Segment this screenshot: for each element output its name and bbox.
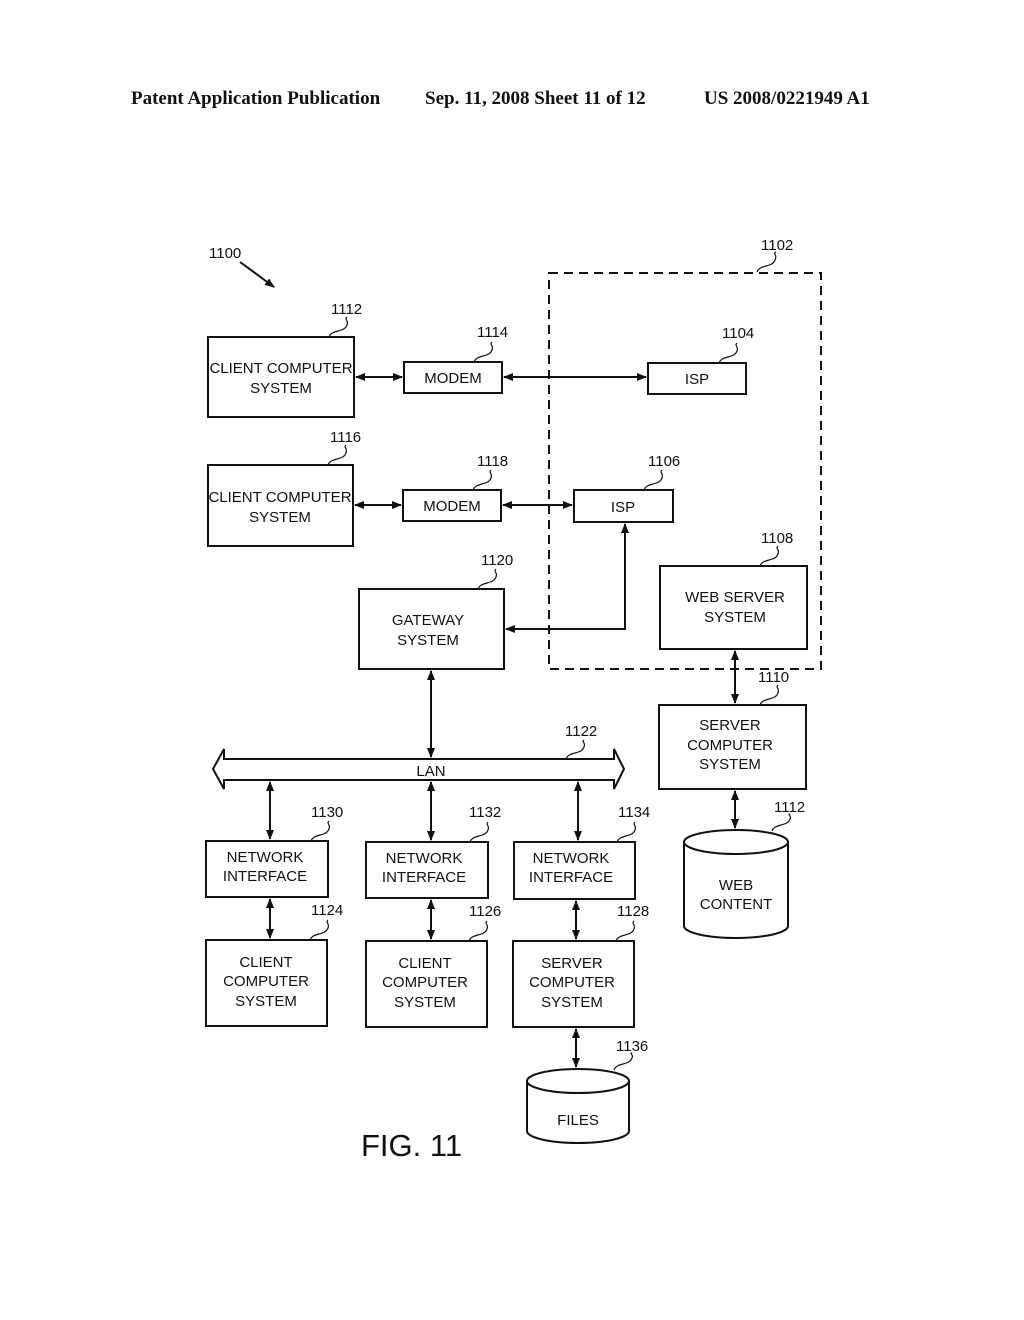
svg-text:CLIENT COMPUTER: CLIENT COMPUTER	[208, 489, 351, 506]
server-computer-system-1110[interactable]: SERVER COMPUTER SYSTEM 1110	[658, 669, 807, 790]
files-database-1136[interactable]: FILES 1136	[526, 1038, 648, 1144]
ref-label: 1112	[774, 799, 805, 816]
client-computer-system-1116[interactable]: CLIENT COMPUTER SYSTEM 1116	[207, 429, 361, 547]
svg-text:COMPUTER: COMPUTER	[223, 973, 309, 990]
svg-text:CLIENT: CLIENT	[398, 955, 451, 972]
lan-label: LAN	[416, 763, 445, 780]
ref-label: 1124	[311, 902, 343, 919]
lan-ref: 1122	[565, 723, 597, 740]
ref-label: 1128	[617, 903, 649, 920]
modem-1114[interactable]: MODEM 1114	[403, 324, 508, 394]
svg-text:COMPUTER: COMPUTER	[687, 737, 773, 754]
figure-ref-label: 1100	[209, 245, 241, 262]
svg-text:WEB SERVER: WEB SERVER	[685, 589, 785, 606]
svg-text:COMPUTER: COMPUTER	[382, 974, 468, 991]
ref-label: 1108	[761, 530, 793, 547]
svg-text:NETWORK: NETWORK	[533, 850, 610, 867]
svg-text:INTERFACE: INTERFACE	[223, 868, 307, 885]
network-interface-1130[interactable]: NETWORK INTERFACE 1130	[205, 804, 343, 898]
client-computer-system-1126[interactable]: CLIENT COMPUTER SYSTEM 1126	[365, 903, 501, 1028]
svg-text:SYSTEM: SYSTEM	[394, 994, 456, 1011]
svg-text:NETWORK: NETWORK	[227, 849, 304, 866]
svg-text:GATEWAY: GATEWAY	[392, 612, 464, 629]
svg-text:NETWORK: NETWORK	[386, 850, 463, 867]
svg-text:SERVER: SERVER	[541, 955, 603, 972]
svg-text:CLIENT COMPUTER: CLIENT COMPUTER	[209, 360, 352, 377]
svg-text:CONTENT: CONTENT	[700, 896, 773, 913]
svg-text:CLIENT: CLIENT	[239, 954, 292, 971]
figure-ref-arrow	[239, 261, 275, 288]
isp-1106[interactable]: ISP 1106	[573, 453, 680, 523]
svg-text:INTERFACE: INTERFACE	[529, 869, 613, 886]
lan-bus-1122: LAN 1122	[211, 723, 626, 790]
figure-caption: FIG. 11	[361, 1128, 462, 1163]
client-computer-system-1112[interactable]: CLIENT COMPUTER SYSTEM 1112	[207, 301, 362, 418]
svg-text:SYSTEM: SYSTEM	[541, 994, 603, 1011]
network-interface-1134[interactable]: NETWORK INTERFACE 1134	[513, 804, 650, 900]
svg-text:MODEM: MODEM	[423, 498, 481, 515]
server-computer-system-1128[interactable]: SERVER COMPUTER SYSTEM 1128	[512, 903, 649, 1028]
ref-label: 1118	[477, 453, 508, 470]
svg-text:FILES: FILES	[557, 1112, 599, 1129]
modem-1118[interactable]: MODEM 1118	[402, 453, 508, 522]
ref-label: 1126	[469, 903, 501, 920]
svg-text:COMPUTER: COMPUTER	[529, 974, 615, 991]
client-computer-system-1124[interactable]: CLIENT COMPUTER SYSTEM 1124	[205, 902, 343, 1027]
web-content-database-1112[interactable]: WEB CONTENT 1112	[683, 799, 805, 939]
isp-1104[interactable]: ISP 1104	[647, 325, 754, 395]
svg-text:SYSTEM: SYSTEM	[397, 632, 459, 649]
svg-text:SERVER: SERVER	[699, 717, 761, 734]
network-diagram: 1100 1102 CLIENT COMPUTER SYSTEM 1112 MO…	[205, 237, 822, 1163]
ref-leader	[756, 251, 777, 273]
svg-text:SYSTEM: SYSTEM	[235, 993, 297, 1010]
svg-text:ISP: ISP	[685, 371, 709, 388]
svg-text:MODEM: MODEM	[424, 370, 482, 387]
svg-text:SYSTEM: SYSTEM	[699, 756, 761, 773]
connector-1106-1120	[505, 523, 629, 633]
svg-text:INTERFACE: INTERFACE	[382, 869, 466, 886]
svg-text:ISP: ISP	[611, 499, 635, 516]
svg-text:SYSTEM: SYSTEM	[704, 609, 766, 626]
web-server-system-1108[interactable]: WEB SERVER SYSTEM 1108	[659, 530, 808, 650]
ref-label: 1114	[477, 324, 508, 341]
ref-label: 1110	[758, 669, 789, 686]
network-interface-1132[interactable]: NETWORK INTERFACE 1132	[365, 804, 501, 899]
internet-boundary-ref: 1102	[761, 237, 793, 254]
ref-label: 1120	[481, 552, 513, 569]
svg-text:SYSTEM: SYSTEM	[249, 509, 311, 526]
ref-label: 1134	[618, 804, 650, 821]
svg-text:SYSTEM: SYSTEM	[250, 380, 312, 397]
ref-label: 1116	[330, 429, 361, 446]
ref-label: 1130	[311, 804, 343, 821]
ref-label: 1132	[469, 804, 501, 821]
ref-label: 1136	[616, 1038, 648, 1055]
svg-text:WEB: WEB	[719, 877, 753, 894]
gateway-system-1120[interactable]: GATEWAY SYSTEM 1120	[358, 552, 513, 670]
ref-label: 1104	[722, 325, 754, 342]
ref-label: 1112	[331, 301, 362, 318]
ref-label: 1106	[648, 453, 680, 470]
